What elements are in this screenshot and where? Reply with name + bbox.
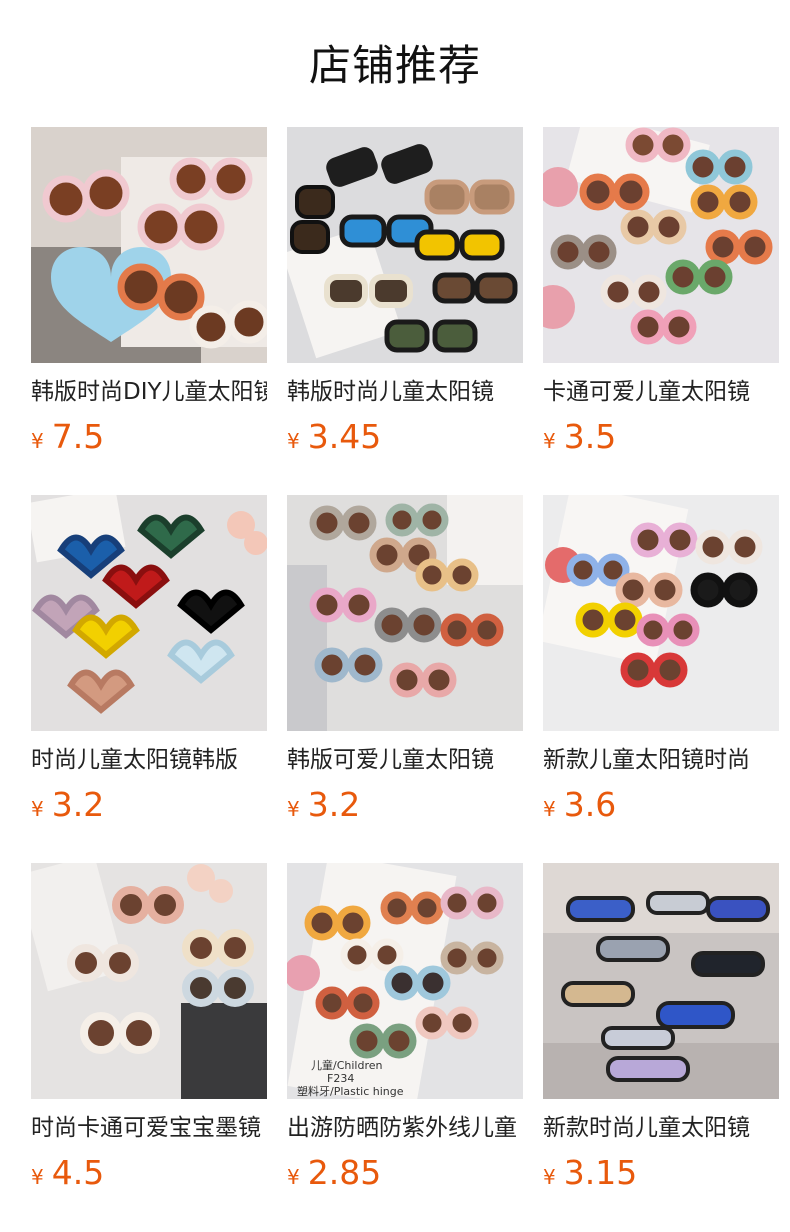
price-value: 3.2 xyxy=(51,785,105,824)
price-value: 3.45 xyxy=(307,417,382,456)
product-card[interactable]: 时尚卡通可爱宝宝墨镜 ¥4.5 xyxy=(31,863,267,1193)
currency-symbol: ¥ xyxy=(287,429,300,453)
product-name[interactable]: 韩版可爱儿童太阳镜 xyxy=(287,743,523,777)
product-name[interactable]: 时尚卡通可爱宝宝墨镜 xyxy=(31,1111,267,1145)
product-card[interactable]: 新款时尚儿童太阳镜 ¥3.15 xyxy=(543,863,779,1193)
product-name[interactable]: 时尚儿童太阳镜韩版 xyxy=(31,743,267,777)
price-value: 2.85 xyxy=(307,1153,382,1192)
product-price: ¥2.85 xyxy=(287,1151,381,1195)
currency-symbol: ¥ xyxy=(287,1165,300,1189)
currency-symbol: ¥ xyxy=(31,797,44,821)
product-price: ¥3.15 xyxy=(543,1151,637,1195)
product-image[interactable] xyxy=(287,127,523,363)
product-price: ¥3.2 xyxy=(31,783,104,827)
product-card[interactable]: 儿童/Children F234 塑料牙/Plastic hinge 出游防晒防… xyxy=(287,863,523,1193)
price-value: 3.5 xyxy=(563,417,617,456)
product-name[interactable]: 出游防晒防紫外线儿童 xyxy=(287,1111,523,1145)
product-price: ¥3.45 xyxy=(287,415,381,459)
product-name[interactable]: 新款儿童太阳镜时尚 xyxy=(543,743,779,777)
currency-symbol: ¥ xyxy=(543,429,556,453)
product-image[interactable] xyxy=(543,127,779,363)
product-name[interactable]: 卡通可爱儿童太阳镜 xyxy=(543,375,779,409)
product-image[interactable] xyxy=(543,863,779,1099)
price-value: 3.2 xyxy=(307,785,361,824)
price-value: 4.5 xyxy=(51,1153,105,1192)
product-price: ¥4.5 xyxy=(31,1151,104,1195)
product-name[interactable]: 新款时尚儿童太阳镜 xyxy=(543,1111,779,1145)
thumb-caption-line: 塑料牙/Plastic hinge xyxy=(297,1084,404,1098)
product-card[interactable]: 韩版时尚儿童太阳镜 ¥3.45 xyxy=(287,127,523,457)
product-image[interactable] xyxy=(287,495,523,731)
product-card[interactable]: 新款儿童太阳镜时尚 ¥3.6 xyxy=(543,495,779,825)
product-name[interactable]: 韩版时尚DIY儿童太阳镜 xyxy=(31,375,267,409)
product-card[interactable]: 时尚儿童太阳镜韩版 ¥3.2 xyxy=(31,495,267,825)
currency-symbol: ¥ xyxy=(543,797,556,821)
product-image[interactable] xyxy=(31,127,267,363)
product-card[interactable]: 韩版时尚DIY儿童太阳镜 ¥7.5 xyxy=(31,127,267,457)
currency-symbol: ¥ xyxy=(287,797,300,821)
product-image[interactable] xyxy=(543,495,779,731)
product-card[interactable]: 卡通可爱儿童太阳镜 ¥3.5 xyxy=(543,127,779,457)
product-image[interactable] xyxy=(31,863,267,1099)
price-value: 7.5 xyxy=(51,417,105,456)
product-name[interactable]: 韩版时尚儿童太阳镜 xyxy=(287,375,523,409)
product-price: ¥7.5 xyxy=(31,415,104,459)
product-price: ¥3.5 xyxy=(543,415,616,459)
product-price: ¥3.2 xyxy=(287,783,360,827)
thumb-caption-line: 儿童/Children xyxy=(311,1058,383,1072)
currency-symbol: ¥ xyxy=(31,1165,44,1189)
currency-symbol: ¥ xyxy=(543,1165,556,1189)
product-image[interactable] xyxy=(31,495,267,731)
thumb-caption-line: F234 xyxy=(327,1072,354,1085)
product-price: ¥3.6 xyxy=(543,783,616,827)
page-title: 店铺推荐 xyxy=(308,41,481,90)
price-value: 3.15 xyxy=(563,1153,638,1192)
product-image[interactable]: 儿童/Children F234 塑料牙/Plastic hinge xyxy=(287,863,523,1099)
price-value: 3.6 xyxy=(563,785,617,824)
product-card[interactable]: 韩版可爱儿童太阳镜 ¥3.2 xyxy=(287,495,523,825)
currency-symbol: ¥ xyxy=(31,429,44,453)
